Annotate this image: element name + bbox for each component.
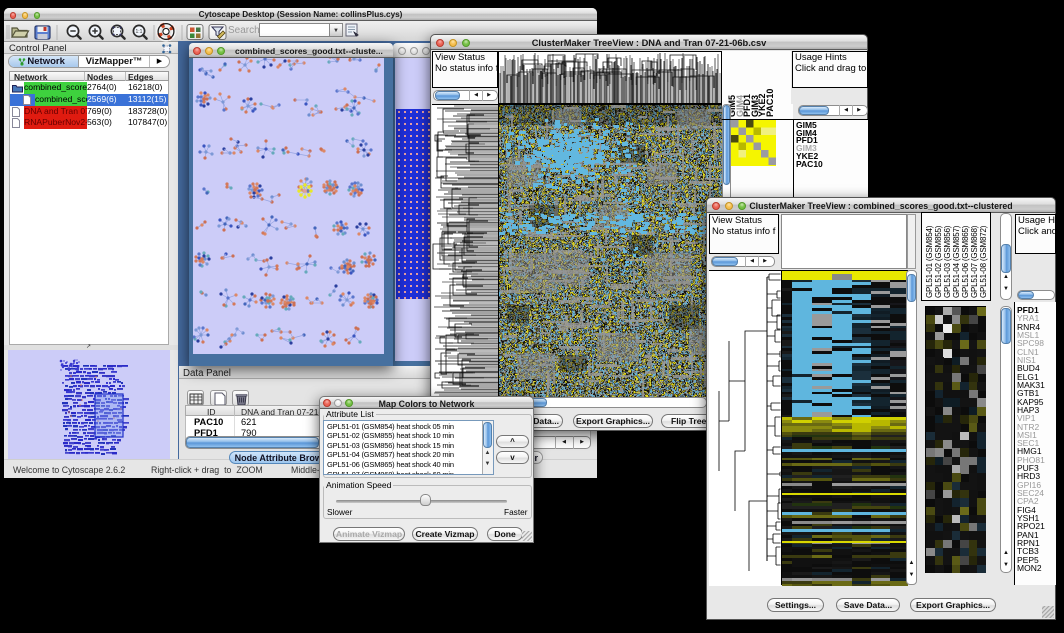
- svg-text:1:1: 1:1: [136, 29, 143, 35]
- svg-text:GPL51-08 (GSM872): GPL51-08 (GSM872): [979, 225, 988, 298]
- svg-text:GPL51-06 (GSM865): GPL51-06 (GSM865): [961, 225, 970, 298]
- svg-text:GPL51-04 (GSM857): GPL51-04 (GSM857): [952, 225, 961, 298]
- svg-text:PAC10: PAC10: [765, 89, 775, 117]
- svg-text:GPL51-03 (GSM856): GPL51-03 (GSM856): [943, 225, 952, 298]
- svg-text:GPL51-07 (GSM868): GPL51-07 (GSM868): [970, 225, 979, 298]
- svg-text:GPL51-02 (GSM855): GPL51-02 (GSM855): [934, 225, 943, 298]
- svg-text:GPL51-01 (GSM854): GPL51-01 (GSM854): [925, 225, 934, 298]
